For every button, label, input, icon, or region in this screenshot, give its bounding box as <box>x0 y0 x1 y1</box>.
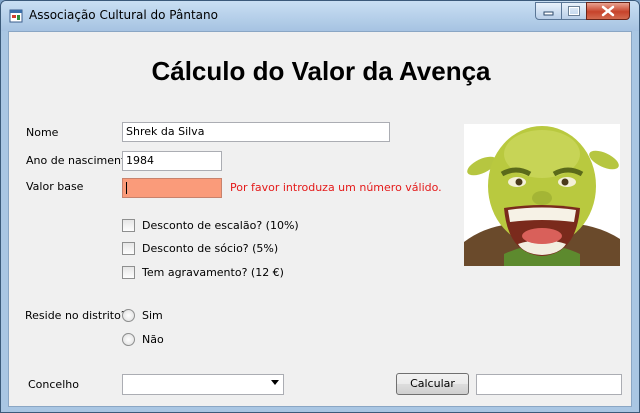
nome-label: Nome <box>26 126 59 139</box>
nome-input[interactable]: Shrek da Silva <box>122 122 390 142</box>
ano-label: Ano de nascimento <box>26 154 133 167</box>
combo-arrow-icon <box>271 380 279 385</box>
minimize-icon <box>543 11 554 16</box>
agravamento-checkbox[interactable] <box>122 266 135 279</box>
desconto-escalao-checkbox[interactable] <box>122 219 135 232</box>
ano-input[interactable]: 1984 <box>122 151 222 171</box>
distrito-sim-label: Sim <box>142 309 163 322</box>
desconto-escalao-label: Desconto de escalão? (10%) <box>142 219 299 232</box>
maximize-icon <box>568 6 580 16</box>
calcular-button[interactable]: Calcular <box>396 373 469 395</box>
maximize-button[interactable] <box>561 2 587 20</box>
form-client-area: Cálculo do Valor da Avença Nome Shrek da… <box>8 31 632 407</box>
resultado-output[interactable] <box>476 374 622 395</box>
distrito-label: Reside no distrito? <box>25 309 127 322</box>
main-window: Associação Cultural do Pântano Cálculo d… <box>0 0 640 413</box>
valor-base-label: Valor base <box>26 180 84 193</box>
window-title: Associação Cultural do Pântano <box>29 8 218 22</box>
app-icon <box>9 9 23 23</box>
text-caret <box>126 182 127 194</box>
page-title: Cálculo do Valor da Avença <box>151 56 491 86</box>
distrito-sim-radio[interactable] <box>122 309 135 322</box>
desconto-socio-checkbox[interactable] <box>122 242 135 255</box>
valor-base-input[interactable] <box>122 178 222 198</box>
shrek-photo <box>464 124 620 266</box>
concelho-label: Concelho <box>28 378 79 391</box>
shrek-face-image <box>464 126 620 266</box>
minimize-button[interactable] <box>535 2 562 20</box>
distrito-nao-radio[interactable] <box>122 333 135 346</box>
agravamento-label: Tem agravamento? (12 €) <box>142 266 284 279</box>
desconto-socio-label: Desconto de sócio? (5%) <box>142 242 279 255</box>
distrito-nao-label: Não <box>142 333 164 346</box>
valor-base-error: Por favor introduza um número válido. <box>230 181 442 194</box>
close-button[interactable] <box>586 2 630 20</box>
close-icon <box>601 5 615 17</box>
title-bar[interactable]: Associação Cultural do Pântano <box>1 1 639 31</box>
concelho-select[interactable] <box>122 374 284 395</box>
